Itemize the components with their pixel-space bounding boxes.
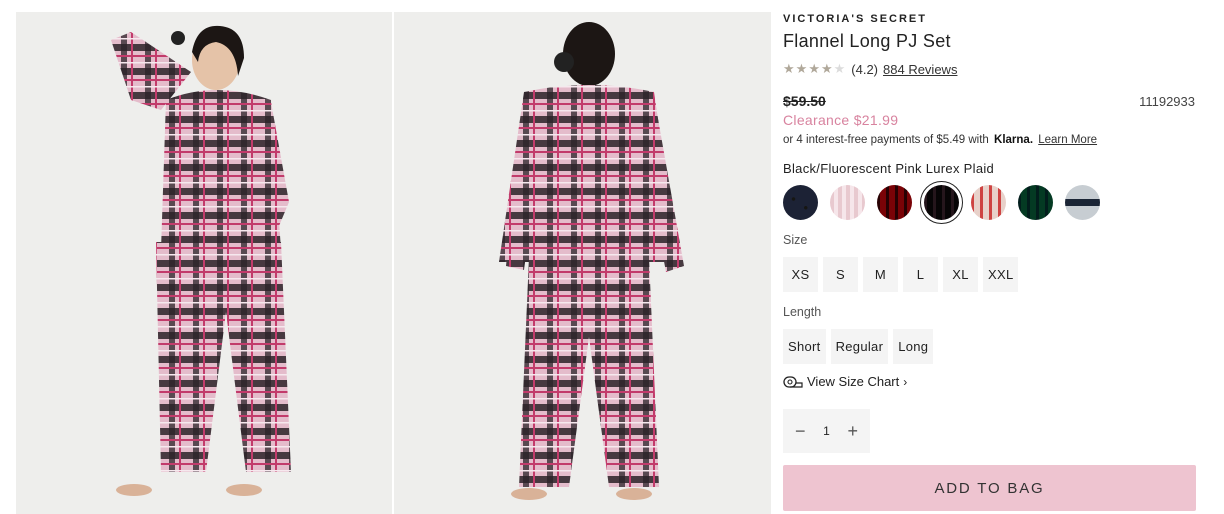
product-photo-back[interactable] [394,12,771,514]
length-label: Length [783,305,822,319]
color-swatch-green-plaid[interactable] [1018,185,1053,220]
product-info-panel: VICTORIA'S SECRET Flannel Long PJ Set ★ … [783,12,1196,511]
product-photo-front[interactable] [16,12,392,514]
klarna-financing: or 4 interest-free payments of $5.49 wit… [783,134,1196,146]
quantity-stepper: − 1 + [783,409,870,453]
decrease-quantity-button[interactable]: − [795,422,806,440]
color-swatches [783,181,1196,224]
learn-more-link[interactable]: Learn More [1038,134,1097,146]
rating-row: ★ ★ ★ ★ ★ (4.2) 884 Reviews [783,61,1196,77]
quantity-value: 1 [823,424,830,438]
star-rating: ★ ★ ★ ★ ★ [783,62,845,76]
size-option-m[interactable]: M [863,257,898,292]
star-icon: ★ [833,61,846,76]
length-option-short[interactable]: Short [783,329,826,364]
size-option-xs[interactable]: XS [783,257,818,292]
brand-name: VICTORIA'S SECRET [783,13,927,25]
size-option-l[interactable]: L [903,257,938,292]
star-icon: ★ [808,61,820,76]
selected-color-name: Black/Fluorescent Pink Lurex Plaid [783,161,995,176]
product-sku: 11192933 [1139,94,1195,109]
length-option-long[interactable]: Long [893,329,934,364]
clearance-price: Clearance $21.99 [783,112,899,128]
increase-quantity-button[interactable]: + [847,422,858,440]
size-label: Size [783,233,808,247]
star-icon: ★ [820,61,833,76]
size-option-xl[interactable]: XL [943,257,978,292]
add-to-bag-button[interactable]: ADD TO BAG [783,465,1196,511]
color-swatch-pink-stripe[interactable] [830,185,865,220]
color-swatch-grey-navy-plaid[interactable] [1065,185,1100,220]
product-gallery [16,12,771,514]
klarna-logo: Klarna. [994,134,1034,146]
size-option-xxl[interactable]: XXL [983,257,1019,292]
klarna-text: or 4 interest-free payments of $5.49 wit… [783,134,989,146]
size-chart-label: View Size Chart [807,374,900,389]
color-swatch-navy-star-print[interactable] [783,185,818,220]
price-row: $59.50 11192933 [783,93,1196,109]
size-option-s[interactable]: S [823,257,858,292]
chevron-right-icon: › [903,374,908,389]
model-front-illustration [111,25,291,496]
color-swatch-black-pink-plaid[interactable] [920,181,963,224]
star-icon: ★ [795,61,808,76]
size-options: XS S M L XL XXL [783,257,1196,292]
product-title: Flannel Long PJ Set [783,31,951,51]
tape-measure-icon [783,375,803,388]
model-back-illustration [499,22,684,500]
original-price: $59.50 [783,93,826,109]
view-size-chart-link[interactable]: View Size Chart › [783,374,1196,389]
length-option-regular[interactable]: Regular [830,329,889,364]
rating-value: (4.2) [851,61,879,77]
star-icon: ★ [783,61,795,76]
color-swatch-red-plaid[interactable] [877,185,912,220]
length-options: Short Regular Long [783,329,1196,364]
reviews-link[interactable]: 884 Reviews [883,62,957,77]
color-swatch-white-red-plaid[interactable] [971,185,1006,220]
